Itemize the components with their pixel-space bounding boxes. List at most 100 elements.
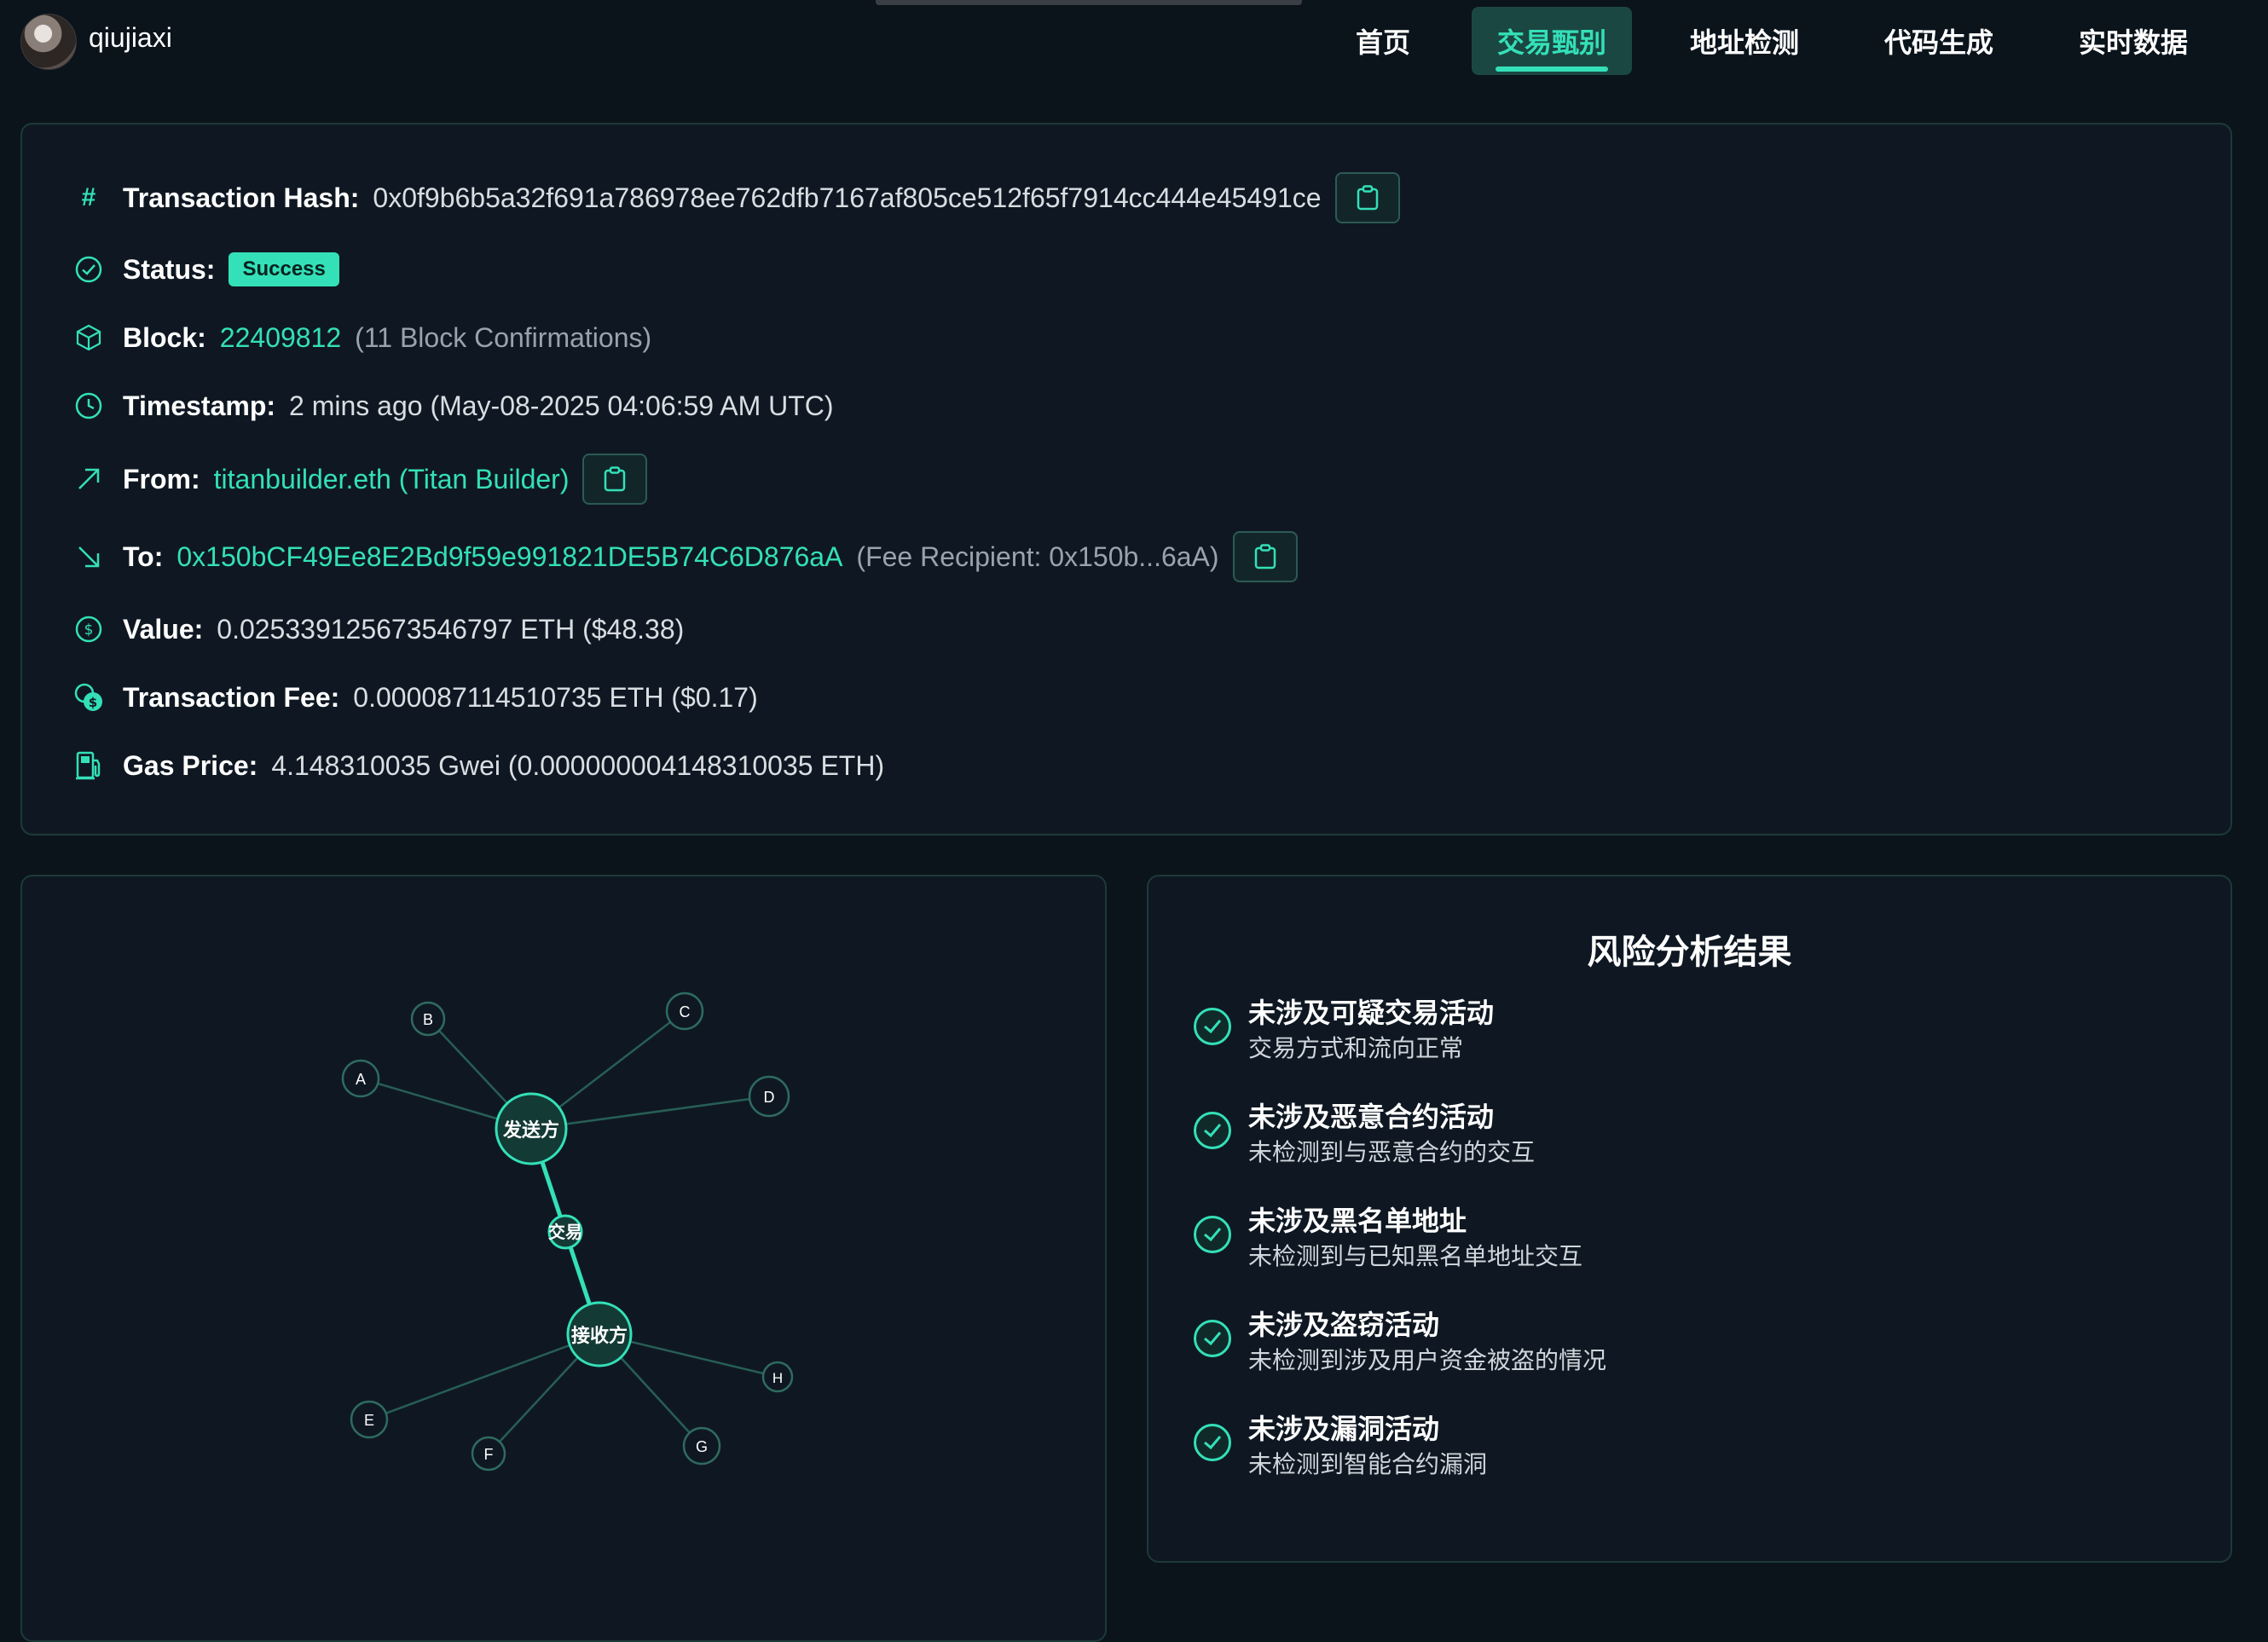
gas-price-value: 4.148310035 Gwei (0.000000004148310035 E… [271,749,885,781]
clipboard-icon [605,466,626,492]
graph-node-e[interactable]: E [350,1400,389,1439]
check-circle-icon [1194,1008,1231,1045]
label-transaction-hash: Transaction Hash: [123,182,360,213]
from-address-link[interactable]: titanbuilder.eth (Titan Builder) [214,464,570,495]
fee-recipient-note: (Fee Recipient: 0x150b...6aA) [856,541,1219,572]
row-gas-price: Gas Price: 4.148310035 Gwei (0.000000004… [70,743,884,789]
graph-node-c[interactable]: C [665,992,704,1031]
transaction-graph-card: A B C D E F G H 发送方 交易 接收方 [20,875,1107,1642]
graph-node-label: D [764,1089,775,1106]
nav-item-label: 实时数据 [2078,27,2188,58]
nav-item-label: 地址检测 [1689,27,1799,58]
status-badge: Success [229,252,339,286]
receiver-node-label: 接收方 [571,1325,628,1347]
label-transaction-fee: Transaction Fee: [123,681,340,713]
nav-item-label: 交易甄别 [1496,27,1606,58]
label-status: Status: [123,253,216,285]
nav-item-code-generation[interactable]: 代码生成 [1871,7,2007,75]
gas-pump-icon [70,747,107,784]
block-number-link[interactable]: 22409812 [220,322,341,354]
graph-node-b[interactable]: B [410,1001,446,1037]
graph-node-label: B [423,1011,433,1028]
copy-from-button[interactable] [582,454,648,505]
graph-node-receiver[interactable]: 接收方 [566,1301,633,1367]
row-value: $ Value: 0.025339125673546797 ETH ($48.3… [70,606,684,652]
arrow-up-right-icon [70,460,107,498]
risk-item: 未涉及可疑交易活动交易方式和流向正常 [1194,994,1494,1066]
risk-item-title: 未涉及漏洞活动 [1248,1414,1440,1444]
graph-node-label: G [696,1438,708,1455]
transaction-node-label: 交易 [548,1222,582,1242]
row-from: From: titanbuilder.eth (Titan Builder) [70,454,648,505]
label-value: Value: [123,613,204,645]
risk-item: 未涉及漏洞活动未检测到智能合约漏洞 [1194,1410,1487,1482]
cube-icon [70,319,107,356]
graph-node-g[interactable]: G [682,1426,721,1466]
risk-item-description: 未检测到涉及用户资金被盗的情况 [1248,1347,1607,1373]
copy-hash-button[interactable] [1334,172,1400,223]
nav-item-realtime-data[interactable]: 实时数据 [2065,7,2201,75]
row-status: Status: Success [70,246,339,292]
nav-item-home[interactable]: 首页 [1332,7,1434,75]
check-circle-icon [1194,1320,1231,1357]
clipboard-icon [1254,544,1276,569]
clipboard-icon [1357,185,1378,211]
svg-text:$: $ [89,695,97,710]
avatar[interactable] [20,14,77,70]
copy-to-button[interactable] [1232,531,1298,582]
graph-node-d[interactable]: D [748,1075,790,1118]
graph-node-transaction[interactable]: 交易 [547,1214,583,1250]
row-block: Block: 22409812 (11 Block Confirmations) [70,315,651,361]
risk-item-title: 未涉及盗窃活动 [1248,1310,1440,1340]
row-transaction-hash: # Transaction Hash: 0x0f9b6b5a32f691a786… [70,172,1400,223]
graph-node-label: C [680,1003,691,1020]
graph-node-f[interactable]: F [471,1436,506,1471]
arrow-down-right-icon [70,538,107,575]
timestamp-value: 2 mins ago (May-08-2025 04:06:59 AM UTC) [289,390,834,421]
value-amount: 0.025339125673546797 ETH ($48.38) [217,613,685,645]
graph-node-sender[interactable]: 发送方 [495,1092,568,1165]
nav-item-address-check[interactable]: 地址检测 [1676,7,1813,75]
label-timestamp: Timestamp: [123,390,276,421]
check-circle-icon [70,251,107,288]
graph-node-h[interactable]: H [761,1361,794,1393]
username: qiujiaxi [89,22,172,53]
risk-item-description: 未检测到智能合约漏洞 [1248,1451,1488,1477]
risk-item: 未涉及黑名单地址未检测到与已知黑名单地址交互 [1194,1202,1582,1274]
check-circle-icon [1194,1216,1231,1253]
label-from: From: [123,463,200,494]
risk-item-title: 未涉及黑名单地址 [1248,1205,1467,1236]
row-transaction-fee: $ Transaction Fee: 0.000087114510735 ETH… [70,674,758,720]
risk-item-title: 未涉及恶意合约活动 [1248,1101,1495,1132]
block-confirmations: (11 Block Confirmations) [355,321,652,353]
risk-item-description: 未检测到与恶意合约的交互 [1248,1139,1536,1165]
graph-node-label: H [772,1370,783,1386]
graph-node-a[interactable]: A [341,1059,380,1098]
svg-text:$: $ [84,622,94,639]
risk-analysis-title: 风险分析结果 [1587,934,1792,971]
nav-item-label: 代码生成 [1883,27,1993,58]
transaction-hash-value: 0x0f9b6b5a32f691a786978ee762dfb7167af805… [373,182,1322,213]
sender-node-label: 发送方 [502,1119,559,1142]
row-timestamp: Timestamp: 2 mins ago (May-08-2025 04:06… [70,383,834,429]
check-circle-icon [1194,1112,1231,1149]
label-gas-price: Gas Price: [123,749,258,781]
graph-node-label: E [364,1412,374,1429]
nav-item-transaction-screening[interactable]: 交易甄别 [1472,7,1632,75]
graph-node-label: F [484,1446,494,1463]
clock-icon [70,387,107,425]
top-bar: qiujiaxi 首页 交易甄别 地址检测 代码生成 实时数据 [0,0,2268,82]
label-to: To: [123,541,164,572]
nav-item-label: 首页 [1355,27,1410,58]
risk-item-description: 未检测到与已知黑名单地址交互 [1248,1243,1583,1269]
risk-item-description: 交易方式和流向正常 [1248,1035,1464,1061]
to-address-link[interactable]: 0x150bCF49Ee8E2Bd9f59e991821DE5B74C6D876… [176,541,842,573]
dollar-coin-icon: $ [70,610,107,648]
risk-item: 未涉及恶意合约活动未检测到与恶意合约的交互 [1194,1098,1535,1170]
transaction-details-card: # Transaction Hash: 0x0f9b6b5a32f691a786… [20,123,2232,835]
risk-item: 未涉及盗窃活动未检测到涉及用户资金被盗的情况 [1194,1306,1606,1378]
hash-icon: # [81,183,96,211]
risk-item-title: 未涉及可疑交易活动 [1248,997,1495,1028]
row-to: To: 0x150bCF49Ee8E2Bd9f59e991821DE5B74C6… [70,531,1298,582]
transaction-fee-value: 0.000087114510735 ETH ($0.17) [353,681,758,713]
